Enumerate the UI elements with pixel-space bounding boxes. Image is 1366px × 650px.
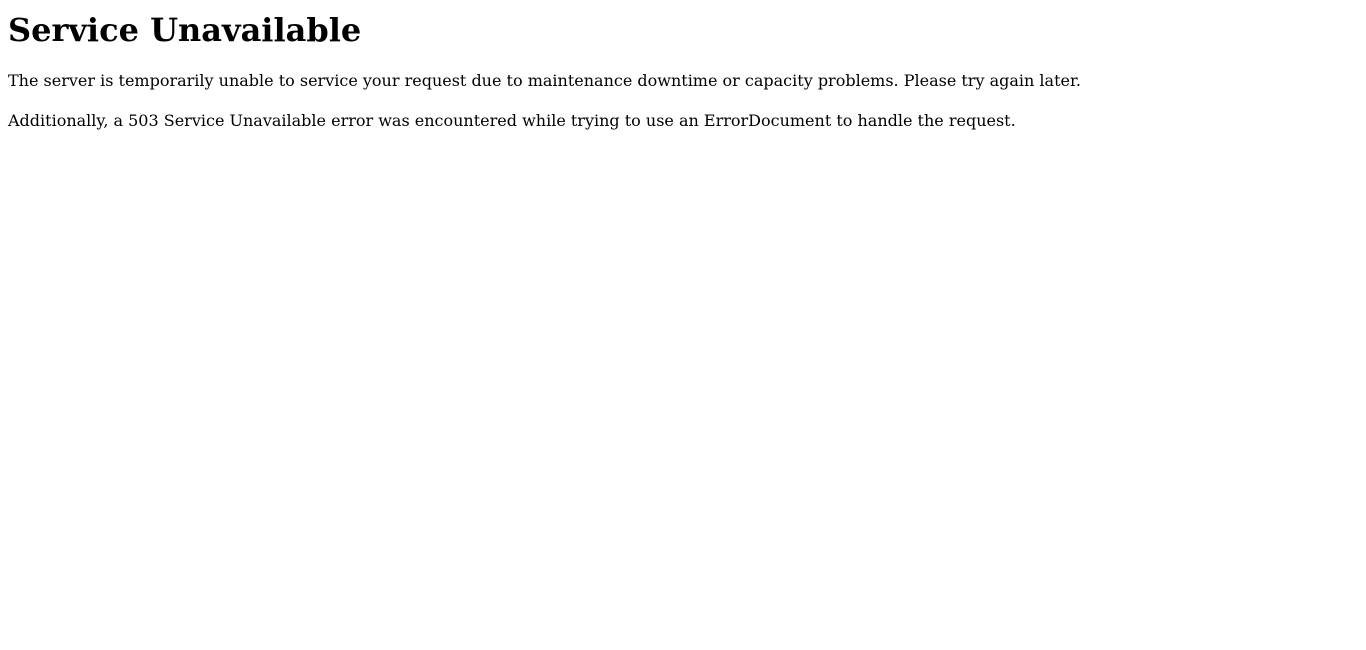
additional-error-message: Additionally, a 503 Service Unavailable … <box>8 110 1016 130</box>
page-title: Service Unavailable <box>8 11 362 49</box>
error-page: Service Unavailable The server is tempor… <box>8 11 1358 130</box>
error-message: The server is temporarily unable to serv… <box>8 71 1081 91</box>
